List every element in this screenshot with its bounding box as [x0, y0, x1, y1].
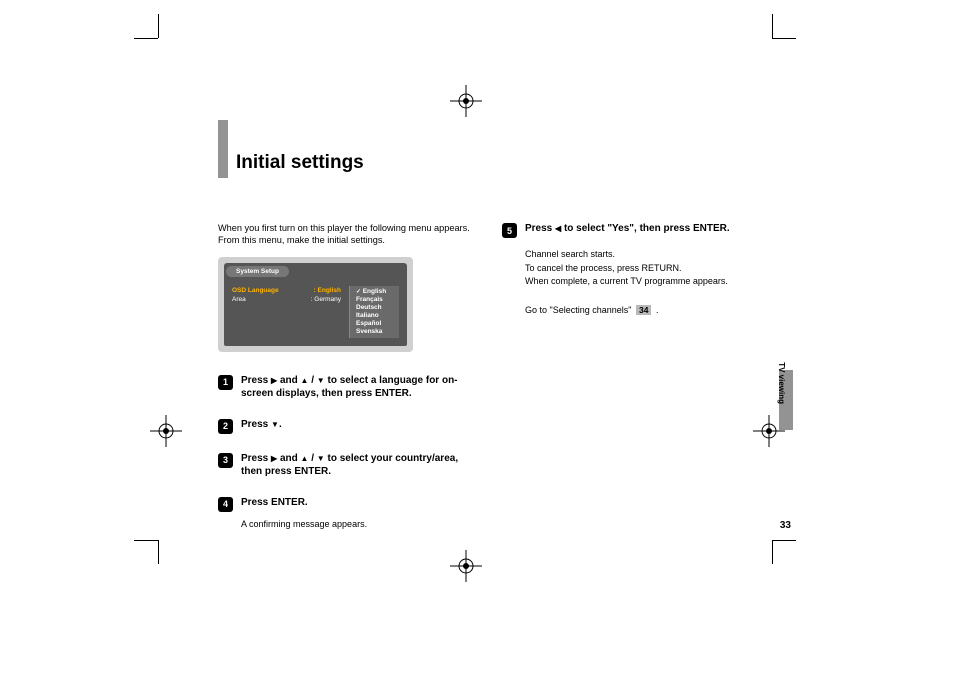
- osd-option: Deutsch: [356, 304, 393, 312]
- step-5: 5 Press ◀ to select "Yes", then press EN…: [502, 222, 760, 238]
- step-subtext-block: Channel search starts. To cancel the pro…: [525, 248, 760, 289]
- crop-mark: [772, 14, 773, 38]
- text-fragment: Press: [241, 375, 271, 386]
- step-2: 2 Press ▼.: [218, 418, 476, 434]
- step-1: 1 Press ▶ and ▲ / ▼ to select a language…: [218, 374, 476, 400]
- step-text: Press ▶ and ▲ / ▼ to select your country…: [241, 452, 476, 478]
- step-number-badge: 3: [218, 453, 233, 468]
- registration-mark-icon: [450, 85, 482, 117]
- step-text: Press ▶ and ▲ / ▼ to select a language f…: [241, 374, 476, 400]
- registration-mark-icon: [450, 550, 482, 582]
- page-number: 33: [780, 520, 791, 531]
- step-text: Press ENTER.: [241, 496, 476, 509]
- left-column: When you first turn on this player the f…: [218, 222, 476, 530]
- osd-settings-rows: OSD Language : English Area : Germany: [232, 286, 341, 338]
- text-fragment: and: [277, 453, 300, 464]
- goto-reference: Go to "Selecting channels" 34 .: [525, 305, 760, 315]
- right-column: 5 Press ◀ to select "Yes", then press EN…: [502, 222, 760, 530]
- down-arrow-icon: ▼: [317, 376, 325, 385]
- text-fragment: /: [308, 375, 316, 386]
- page-content: Initial settings When you first turn on …: [218, 120, 763, 530]
- step-3: 3 Press ▶ and ▲ / ▼ to select your count…: [218, 452, 476, 478]
- osd-option: English: [356, 288, 393, 296]
- step-number-badge: 1: [218, 375, 233, 390]
- step-number-badge: 2: [218, 419, 233, 434]
- heading-bar-icon: [218, 120, 228, 178]
- step-number-badge: 4: [218, 497, 233, 512]
- osd-tab: System Setup: [226, 266, 289, 277]
- crop-mark: [772, 38, 796, 39]
- text-fragment: Press: [241, 419, 271, 430]
- step-4: 4 Press ENTER.: [218, 496, 476, 512]
- down-arrow-icon: ▼: [271, 420, 279, 429]
- osd-row-value: : English: [314, 287, 341, 294]
- step-subtext: To cancel the process, press RETURN.: [525, 262, 760, 276]
- step-subtext: When complete, a current TV programme ap…: [525, 275, 760, 289]
- osd-option: Español: [356, 320, 393, 328]
- crop-mark: [134, 540, 158, 541]
- osd-row-label: OSD Language: [232, 287, 279, 294]
- osd-option: Svenska: [356, 328, 393, 336]
- crop-mark: [158, 540, 159, 564]
- text-fragment: /: [308, 453, 316, 464]
- down-arrow-icon: ▼: [317, 454, 325, 463]
- intro-text: When you first turn on this player the f…: [218, 222, 476, 247]
- heading-block: Initial settings: [218, 120, 763, 178]
- step-text: Press ◀ to select "Yes", then press ENTE…: [525, 222, 760, 235]
- text-fragment: Press: [525, 223, 555, 234]
- osd-language-list: English Français Deutsch Italiano Españo…: [349, 286, 399, 338]
- step-text: Press ▼.: [241, 418, 476, 431]
- crop-mark: [772, 540, 796, 541]
- osd-option: Italiano: [356, 312, 393, 320]
- text-fragment: .: [279, 419, 282, 430]
- step-subtext: Channel search starts.: [525, 248, 760, 262]
- step-number-badge: 5: [502, 223, 517, 238]
- page-title: Initial settings: [236, 152, 364, 178]
- crop-mark: [134, 38, 158, 39]
- text-fragment: Go to "Selecting channels": [525, 305, 634, 315]
- text-fragment: and: [277, 375, 300, 386]
- crop-mark: [158, 14, 159, 38]
- text-fragment: to select "Yes", then press ENTER.: [561, 223, 729, 234]
- crop-mark: [772, 540, 773, 564]
- osd-row-value: : Germany: [311, 296, 341, 303]
- text-fragment: Press: [241, 453, 271, 464]
- osd-option: Français: [356, 296, 393, 304]
- step-subtext: A confirming message appears.: [241, 518, 476, 531]
- section-tab-label: TV viewing: [777, 362, 786, 404]
- osd-screenshot: System Setup OSD Language : English Area…: [218, 257, 413, 352]
- registration-mark-icon: [150, 415, 182, 447]
- osd-row-label: Area: [232, 296, 246, 303]
- page-reference-badge: 34: [636, 305, 651, 315]
- text-fragment: .: [653, 305, 658, 315]
